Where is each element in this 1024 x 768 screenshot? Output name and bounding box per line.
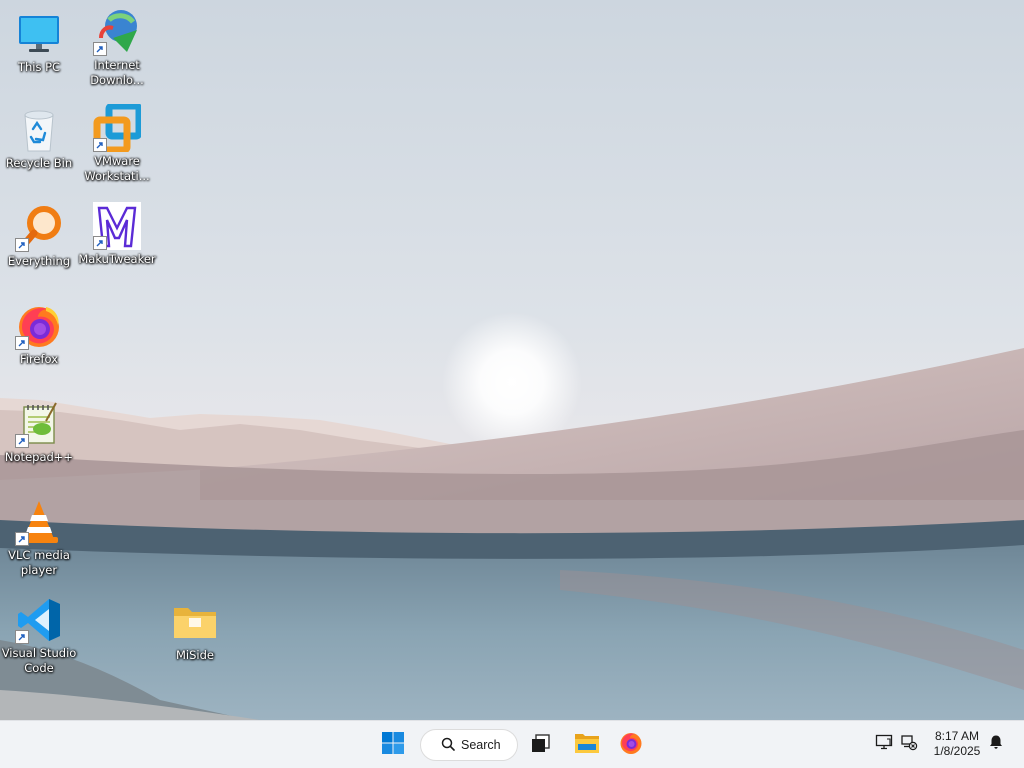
clock-time: 8:17 AM	[934, 729, 980, 743]
icon-label: Internet Downlo...	[90, 58, 144, 87]
taskbar-clock[interactable]: 8:17 AM 1/8/2025	[920, 729, 994, 759]
desktop-icon-miside-folder[interactable]: MiSide	[156, 598, 234, 690]
shortcut-arrow-icon	[15, 434, 29, 448]
recycle-bin-icon	[15, 106, 63, 154]
icon-label: VLC media player	[8, 548, 70, 577]
bell-icon	[988, 734, 1004, 754]
shortcut-arrow-icon	[93, 138, 107, 152]
monitor-icon	[15, 10, 63, 58]
desktop-icon-firefox[interactable]: Firefox	[0, 302, 78, 394]
taskbar-search-box[interactable]: Search	[420, 729, 518, 761]
desktop-icon-this-pc[interactable]: This PC	[0, 10, 78, 102]
desktop-icon-internet-download-manager[interactable]: Internet Downlo...	[78, 8, 156, 100]
shortcut-arrow-icon	[15, 336, 29, 350]
desktop-icon-everything[interactable]: Everything	[0, 204, 78, 296]
icon-label: This PC	[17, 60, 61, 74]
icon-label: Firefox	[19, 352, 59, 366]
icon-label: MiSide	[176, 648, 214, 662]
shortcut-arrow-icon	[93, 236, 107, 250]
file-explorer-icon	[574, 731, 600, 759]
icon-label: Everything	[7, 254, 71, 268]
icon-label: Recycle Bin	[5, 156, 73, 170]
everything-search-icon	[15, 204, 63, 252]
desktop-icon-notepad-plus-plus[interactable]: Notepad++	[0, 400, 78, 492]
clock-date: 1/8/2025	[933, 744, 981, 758]
icon-label: MakuTweaker	[78, 252, 156, 266]
vmware-icon	[93, 104, 141, 152]
icon-label: Notepad++	[4, 450, 74, 464]
network-disconnected-icon	[900, 733, 918, 755]
search-label: Search	[461, 738, 501, 752]
desktop-icon-visual-studio-code[interactable]: Visual Studio Code	[0, 596, 78, 688]
shortcut-arrow-icon	[15, 238, 29, 252]
taskbar-firefox-button[interactable]	[611, 727, 651, 763]
task-view-icon	[530, 732, 552, 758]
desktop-icon-vlc-media-player[interactable]: VLC media player	[0, 498, 78, 590]
windows-logo-icon	[381, 731, 405, 759]
shortcut-arrow-icon	[15, 630, 29, 644]
shortcut-arrow-icon	[15, 532, 29, 546]
icon-label: VMware Workstati...	[84, 154, 150, 183]
desktop-icon-recycle-bin[interactable]: Recycle Bin	[0, 106, 78, 198]
makutweaker-icon	[93, 202, 141, 250]
idm-icon	[93, 8, 141, 56]
folder-icon	[171, 598, 219, 646]
desktop[interactable]: This PC Internet Downlo... Recycle Bin V…	[0, 0, 1024, 720]
firefox-icon	[15, 302, 63, 350]
network-tray-button[interactable]	[898, 733, 920, 755]
taskbar: Search 8:17 AM 1/8/2025	[0, 720, 1024, 768]
desktop-icon-vmware-workstation[interactable]: VMware Workstati...	[78, 104, 156, 196]
task-view-button[interactable]	[521, 727, 561, 763]
file-explorer-button[interactable]	[567, 727, 607, 763]
display-icon	[875, 733, 893, 755]
vscode-icon	[15, 596, 63, 644]
notepadpp-icon	[15, 400, 63, 448]
shortcut-arrow-icon	[93, 42, 107, 56]
notification-center-button[interactable]	[985, 733, 1007, 755]
vlc-icon	[15, 498, 63, 546]
display-tray-button[interactable]	[873, 733, 895, 755]
search-icon	[441, 736, 455, 755]
desktop-icon-makutweaker[interactable]: MakuTweaker	[78, 202, 156, 294]
firefox-icon	[619, 731, 643, 759]
start-button[interactable]	[373, 727, 413, 763]
icon-label: Visual Studio Code	[1, 646, 77, 675]
